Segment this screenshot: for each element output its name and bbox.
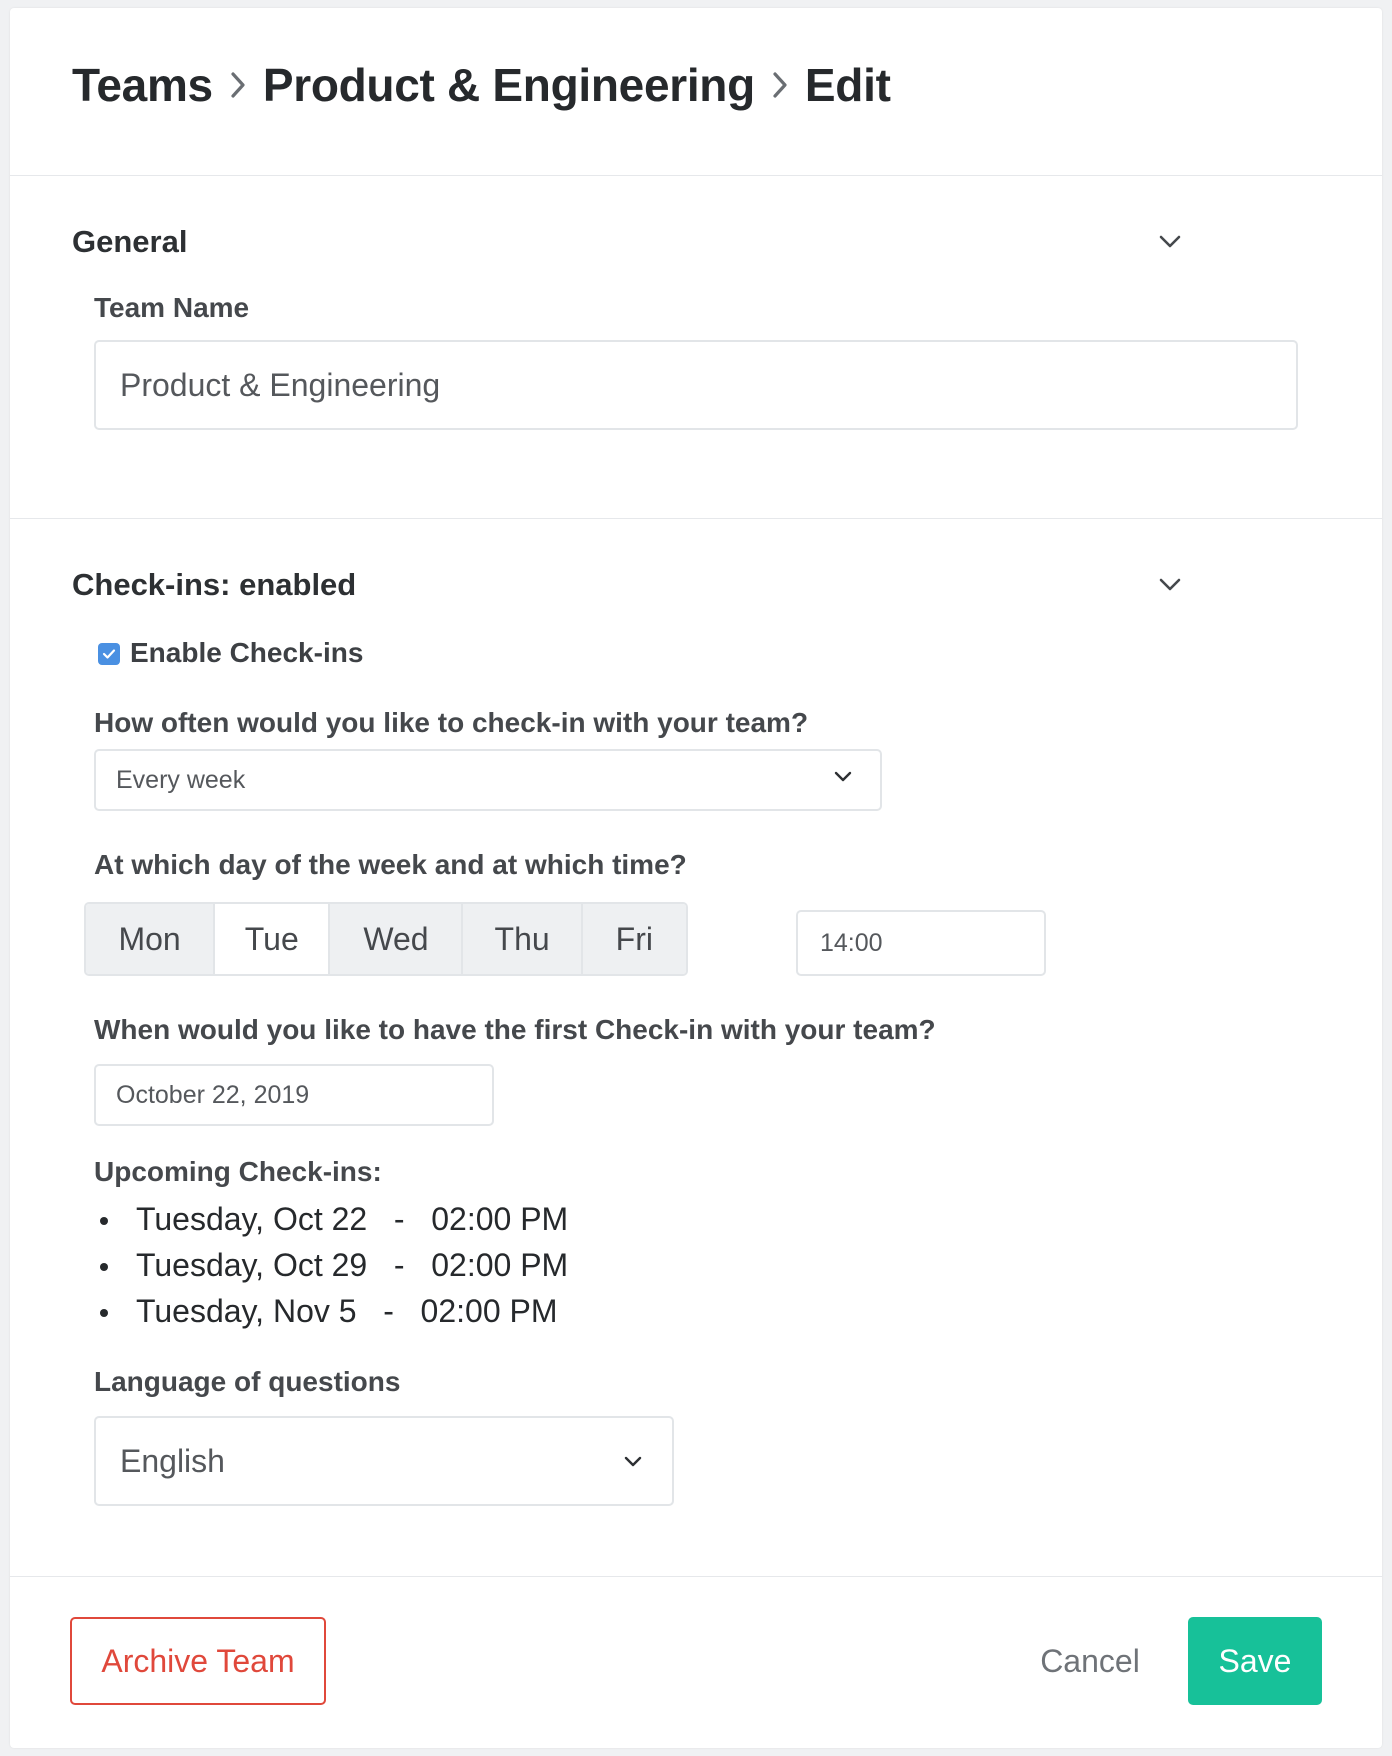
save-button[interactable]: Save — [1188, 1617, 1322, 1705]
enable-checkins-label[interactable]: Enable Check-ins — [130, 637, 363, 669]
cancel-button[interactable]: Cancel — [1020, 1617, 1160, 1705]
day-button-thu[interactable]: Thu — [463, 904, 583, 974]
first-checkin-value: October 22, 2019 — [116, 1080, 310, 1109]
day-button-wed[interactable]: Wed — [330, 904, 464, 974]
day-button-mon[interactable]: Mon — [86, 904, 216, 974]
check-icon — [102, 648, 116, 660]
list-item: Tuesday, Oct 22 - 02:00 PM — [99, 1196, 568, 1242]
upcoming-label: Upcoming Check-ins: — [94, 1156, 382, 1187]
chevron-right-icon — [763, 62, 797, 108]
day-button-fri[interactable]: Fri — [582, 904, 686, 974]
frequency-select[interactable]: Every week — [94, 749, 882, 811]
time-value: 14:00 — [820, 928, 883, 957]
upcoming-checkins-list: Tuesday, Oct 22 - 02:00 PM Tuesday, Oct … — [99, 1196, 568, 1334]
team-name-input[interactable]: Product & Engineering — [94, 340, 1298, 430]
checkins-section-title[interactable]: Check-ins: enabled — [72, 567, 356, 603]
day-time-label: At which day of the week and at which ti… — [94, 849, 687, 880]
chevron-down-icon[interactable] — [1156, 571, 1184, 599]
form-footer: Archive Team Cancel Save — [10, 1577, 1382, 1747]
page-header: Teams Product & Engineering Edit — [10, 8, 1382, 176]
language-label: Language of questions — [94, 1366, 401, 1397]
archive-team-button[interactable]: Archive Team — [70, 1617, 326, 1705]
breadcrumb: Teams Product & Engineering Edit — [72, 58, 891, 112]
general-section-title[interactable]: General — [72, 224, 187, 260]
list-item: Tuesday, Nov 5 - 02:00 PM — [99, 1288, 568, 1334]
chevron-down-icon — [834, 771, 852, 783]
time-input[interactable]: 14:00 — [796, 910, 1046, 976]
breadcrumb-edit: Edit — [804, 58, 891, 111]
general-section: General Team Name Product & Engineering — [10, 176, 1382, 519]
first-checkin-label: When would you like to have the first Ch… — [94, 1014, 936, 1045]
chevron-right-icon — [221, 62, 255, 108]
enable-checkins-checkbox[interactable] — [98, 643, 120, 665]
list-item: Tuesday, Oct 29 - 02:00 PM — [99, 1242, 568, 1288]
weekday-selector: Mon Tue Wed Thu Fri — [84, 902, 688, 976]
breadcrumb-team[interactable]: Product & Engineering — [263, 58, 755, 112]
chevron-down-icon — [624, 1456, 642, 1468]
team-name-value: Product & Engineering — [120, 366, 441, 403]
language-select[interactable]: English — [94, 1416, 674, 1506]
language-value: English — [120, 1442, 225, 1479]
chevron-down-icon[interactable] — [1156, 228, 1184, 256]
day-button-tue[interactable]: Tue — [215, 904, 331, 974]
team-name-label: Team Name — [94, 292, 250, 323]
frequency-value: Every week — [116, 765, 246, 794]
first-checkin-date-input[interactable]: October 22, 2019 — [94, 1064, 494, 1126]
breadcrumb-teams[interactable]: Teams — [72, 58, 213, 112]
frequency-label: How often would you like to check-in wit… — [94, 707, 809, 738]
